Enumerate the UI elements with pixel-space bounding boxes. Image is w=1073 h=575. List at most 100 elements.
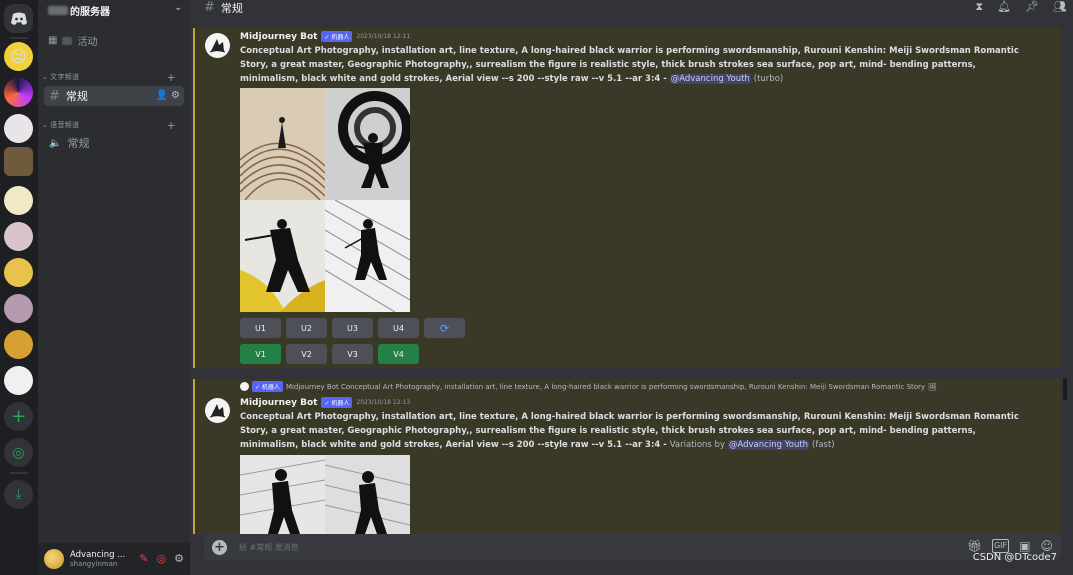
upload-plus-button[interactable]: + — [212, 539, 227, 555]
server-icon-anime-4[interactable] — [4, 258, 33, 287]
image-tile-1[interactable] — [240, 455, 325, 534]
message-content: Conceptual Art Photography, installation… — [240, 44, 1030, 86]
bell-icon[interactable]: 🔔︎ — [997, 0, 1011, 14]
channel-label: 常规 — [67, 137, 90, 150]
mic-muted-icon[interactable]: ✎ — [139, 552, 148, 565]
timestamp: 2023/10/18 12:13 — [356, 399, 411, 406]
gift-icon[interactable]: 🎁︎ — [967, 539, 982, 553]
scrollbar-thumb[interactable] — [1063, 378, 1067, 400]
events-item[interactable]: ▦ 活动 — [48, 33, 97, 48]
server-name: 的服务器 — [70, 6, 110, 18]
bot-avatar[interactable] — [205, 398, 230, 423]
user-controls: ✎ ◎ ⚙ — [139, 552, 184, 565]
variation-3-button[interactable]: V3 — [332, 344, 373, 364]
reply-preview[interactable]: ✓ 机器人 Midjourney Bot Conceptual Art Phot… — [240, 381, 937, 392]
timestamp: 2023/10/18 12:11 — [356, 33, 411, 40]
category-text-channels[interactable]: ⌄ 文字频道 + — [42, 71, 182, 84]
gear-icon[interactable]: ⚙ — [174, 552, 184, 565]
image-grid-partial[interactable] — [240, 455, 410, 534]
server-icon-anime-5[interactable] — [4, 294, 33, 323]
input-actions: 🎁︎ GIF ▣ ☺ — [967, 539, 1053, 553]
add-server-icon[interactable]: + — [4, 402, 33, 431]
user-name: Advancing ... — [70, 549, 126, 560]
reply-avatar-icon — [240, 382, 249, 391]
pin-icon[interactable]: 📌︎ — [1025, 0, 1039, 14]
download-apps-icon[interactable]: ⤓ — [4, 480, 33, 509]
discord-home-icon[interactable] — [4, 4, 33, 33]
bot-avatar[interactable] — [205, 33, 230, 58]
user-info[interactable]: Advancing ... shangyinman — [70, 550, 125, 569]
threads-icon[interactable]: ⧗ — [975, 0, 983, 14]
server-icon-anime-3[interactable] — [4, 222, 33, 251]
gif-icon[interactable]: GIF — [991, 539, 1010, 553]
upscale-4-button[interactable]: U4 — [378, 318, 419, 338]
chevron-down-icon: ⌄ — [42, 73, 49, 81]
user-mention[interactable]: @Advancing Youth — [669, 74, 751, 84]
message-highlighted: ✓ 机器人 Midjourney Bot Conceptual Art Phot… — [193, 379, 1061, 534]
upscale-3-button[interactable]: U3 — [332, 318, 373, 338]
image-tile-4[interactable] — [325, 200, 410, 312]
sticker-icon[interactable]: ▣ — [1019, 539, 1030, 553]
speed-suffix: (fast) — [812, 440, 835, 450]
speaker-icon: 🔈 — [49, 137, 62, 149]
image-icon: 🖼︎ — [928, 382, 937, 391]
server-icon-warrior[interactable] — [4, 147, 33, 176]
reroll-button[interactable]: ⟳ — [424, 318, 465, 338]
gear-icon[interactable]: ⚙ — [171, 90, 180, 101]
variation-2-button[interactable]: V2 — [286, 344, 327, 364]
server-icon-anime-2[interactable] — [4, 186, 33, 215]
headphones-muted-icon[interactable]: ◎ — [157, 552, 167, 565]
variation-1-button[interactable]: V1 — [240, 344, 281, 364]
message-author-row: Midjourney Bot ✓ 机器人 2023/10/18 12:13 — [240, 397, 410, 408]
user-mention[interactable]: @Advancing Youth — [727, 440, 810, 450]
chevron-down-icon: ⌄ — [42, 121, 49, 129]
discord-window: 😐 + ◎ ⤓ 的服务器 ⌄ ▦ 活动 ⌄ 文字频道 + # 常规 👤 ⚙ ⌄ … — [0, 0, 1073, 575]
channel-sidebar: 的服务器 ⌄ ▦ 活动 ⌄ 文字频道 + # 常规 👤 ⚙ ⌄ 语音频道 + 🔈… — [38, 0, 190, 575]
speed-suffix: (turbo) — [753, 74, 784, 84]
author-name[interactable]: Midjourney Bot — [240, 398, 317, 408]
image-tile-1[interactable] — [240, 88, 325, 200]
invite-icon[interactable]: 👤 — [156, 90, 168, 101]
channel-title: 常规 — [220, 1, 243, 15]
image-tile-3[interactable] — [240, 200, 325, 312]
server-icon-anime-6[interactable] — [4, 330, 33, 359]
server-icon-gradient[interactable] — [4, 78, 33, 107]
message-author-row: Midjourney Bot ✓ 机器人 2023/10/18 12:11 — [240, 31, 410, 42]
server-icon-sketch[interactable] — [4, 366, 33, 395]
explore-servers-icon[interactable]: ◎ — [4, 438, 33, 467]
message-highlighted: Midjourney Bot ✓ 机器人 2023/10/18 12:11 Co… — [193, 28, 1061, 368]
message-input[interactable]: 给 #常规 发消息 — [239, 542, 299, 553]
avatar[interactable] — [44, 549, 64, 569]
add-channel-icon[interactable]: + — [166, 71, 176, 84]
members-icon[interactable]: 👥︎ — [1053, 0, 1067, 14]
server-header[interactable]: 的服务器 ⌄ — [38, 0, 190, 20]
topbar-actions: ⧗ 🔔︎ 📌︎ 👥︎ — [975, 0, 1067, 14]
message-input-bar: + 给 #常规 发消息 🎁︎ GIF ▣ ☺ — [204, 534, 1061, 560]
category-label: 语音频道 — [50, 121, 80, 129]
image-grid[interactable] — [240, 88, 410, 312]
variation-buttons: V1 V2 V3 V4 — [240, 344, 419, 364]
channel-voice-general[interactable]: 🔈 常规 — [44, 133, 184, 153]
server-rail: 😐 + ◎ ⤓ — [0, 0, 38, 575]
author-name[interactable]: Midjourney Bot — [240, 32, 317, 42]
emoji-icon[interactable]: ☺ — [1040, 539, 1053, 553]
redacted-name — [62, 36, 73, 45]
channel-actions: 👤 ⚙ — [156, 90, 180, 101]
server-icon-emoji[interactable]: 😐 — [4, 42, 33, 71]
add-channel-icon[interactable]: + — [166, 119, 176, 132]
category-label: 文字频道 — [50, 73, 80, 81]
chevron-down-icon[interactable]: ⌄ — [174, 3, 182, 13]
prompt-text: Conceptual Art Photography, installation… — [240, 46, 1019, 84]
server-icon-anime-1[interactable] — [4, 114, 33, 143]
channel-text-general[interactable]: # 常规 👤 ⚙ — [44, 86, 184, 106]
upscale-buttons: U1 U2 U3 U4 ⟳ — [240, 318, 465, 338]
category-voice-channels[interactable]: ⌄ 语音频道 + — [42, 119, 182, 132]
upscale-1-button[interactable]: U1 — [240, 318, 281, 338]
image-tile-2[interactable] — [325, 455, 410, 534]
watermark-text: CSDN @DTcode7 — [972, 552, 1057, 563]
rail-separator — [10, 37, 28, 39]
variation-4-button[interactable]: V4 — [378, 344, 419, 364]
upscale-2-button[interactable]: U2 — [286, 318, 327, 338]
prompt-text: Conceptual Art Photography, installation… — [240, 412, 1019, 450]
image-tile-2[interactable] — [325, 88, 410, 200]
